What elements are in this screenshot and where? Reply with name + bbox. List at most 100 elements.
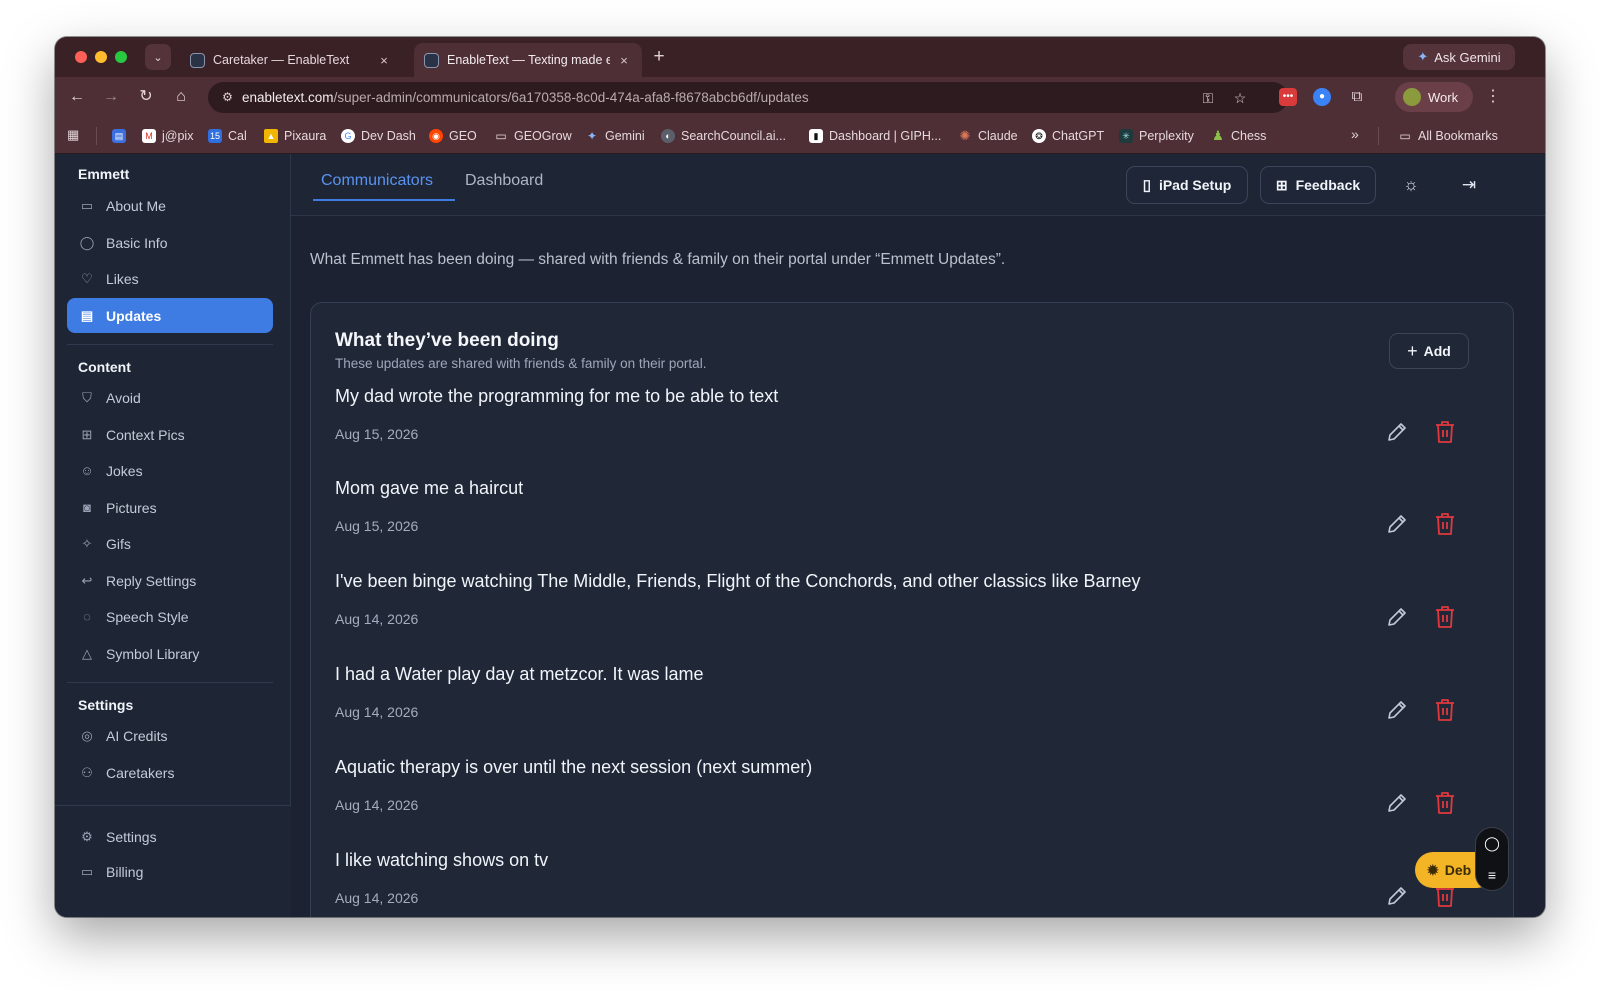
bookmark-all-bookmarks[interactable]: ▭ All Bookmarks [1398, 127, 1498, 145]
sidebar-item-avoid[interactable]: ⛉ Avoid [67, 380, 273, 415]
trash-icon[interactable] [1434, 791, 1456, 815]
browser-menu-icon[interactable]: ⋮ [1485, 85, 1501, 109]
tab-communicators[interactable]: Communicators [321, 172, 433, 200]
bookmark-claude[interactable]: ✺ Claude [958, 127, 1018, 145]
reddit-icon: ◉ [429, 129, 443, 143]
bookmark-searchcouncil[interactable]: ◐ SearchCouncil.ai... [661, 127, 786, 145]
chat-bubble-icon[interactable]: ◯ [1484, 835, 1500, 852]
browser-tab-caretaker[interactable]: Caretaker — EnableText × [180, 43, 402, 77]
bookmark-chess[interactable]: ♟ Chess [1211, 127, 1266, 145]
trash-icon[interactable] [1434, 512, 1456, 536]
forward-arrow-icon[interactable]: → [99, 85, 123, 109]
close-window-button[interactable] [75, 51, 87, 63]
sidebar-item-ai-credits[interactable]: ◎ AI Credits [67, 718, 273, 753]
bookmark-pixaura[interactable]: ▲ Pixaura [264, 127, 326, 145]
ipad-setup-button[interactable]: ▯ iPad Setup [1126, 166, 1248, 204]
new-tab-button[interactable]: + [648, 46, 670, 68]
menu-lines-icon[interactable]: ≡ [1488, 867, 1496, 883]
extensions-puzzle-icon[interactable]: ⧉ [1348, 88, 1366, 106]
bookmark-geo[interactable]: ◉ GEO [429, 127, 477, 145]
gear-icon: ⚙ [81, 828, 93, 844]
bookmarks-divider [1378, 127, 1379, 145]
trash-icon[interactable] [1434, 420, 1456, 444]
update-date: Aug 14, 2026 [335, 797, 419, 813]
sidebar-item-context-pics[interactable]: ⊞ Context Pics [67, 417, 273, 452]
feedback-button[interactable]: ⊞ Feedback [1260, 166, 1376, 204]
more-bookmarks-icon[interactable]: » [1351, 126, 1359, 142]
sidebar-item-jokes[interactable]: ☺ Jokes [67, 453, 273, 488]
apps-grid-icon[interactable]: ▦ [67, 127, 83, 143]
add-update-button[interactable]: + Add [1389, 333, 1469, 369]
zoom-window-button[interactable] [115, 51, 127, 63]
home-icon[interactable]: ⌂ [169, 85, 193, 109]
ask-gemini-label: Ask Gemini [1434, 49, 1501, 65]
bookmark-perplexity[interactable]: ✳ Perplexity [1119, 127, 1194, 145]
top-bar: Communicators Dashboard ▯ iPad Setup ⊞ F… [291, 154, 1545, 216]
list-item: My dad wrote the programming for me to b… [311, 386, 1515, 478]
bookmark-star-icon[interactable]: ☆ [1230, 88, 1250, 108]
folder-icon: ▭ [1399, 129, 1411, 143]
bookmark-giphy[interactable]: ▮ Dashboard | GIPH... [809, 127, 941, 145]
profile-button[interactable]: Work [1395, 82, 1473, 112]
reload-icon[interactable]: ↻ [134, 85, 158, 109]
sidebar-item-symbol-library[interactable]: △ Symbol Library [67, 636, 273, 671]
reply-icon: ↩ [81, 572, 93, 588]
chatgpt-icon: ❂ [1032, 129, 1046, 143]
password-key-icon[interactable]: ⚿ [1198, 88, 1218, 108]
pencil-icon[interactable] [1385, 884, 1409, 908]
logout-icon[interactable]: ⇥ [1457, 173, 1481, 197]
bookmark-jpix[interactable]: Mj@pix [142, 127, 193, 145]
smile-icon: ☺ [80, 462, 94, 478]
trash-icon[interactable] [1434, 698, 1456, 722]
address-bar[interactable]: ⚙ enabletext.com/super-admin/communicato… [208, 82, 1288, 113]
browser-tab-enabletext[interactable]: EnableText — Texting made e × [414, 43, 642, 77]
bookmark-dev-dash[interactable]: G Dev Dash [341, 127, 416, 145]
extension-lastpass-icon[interactable]: ••• [1279, 88, 1297, 106]
card-title: What they’ve been doing [335, 330, 559, 351]
tab-close-icon[interactable]: × [616, 53, 632, 68]
chat-widget[interactable]: ◯ ≡ [1475, 827, 1509, 891]
pencil-icon[interactable] [1385, 791, 1409, 815]
sidebar-item-caretakers[interactable]: ⚇ Caretakers [67, 755, 273, 790]
bookmark-chatgpt[interactable]: ❂ ChatGPT [1032, 127, 1104, 145]
tab-close-icon[interactable]: × [376, 53, 392, 68]
pencil-icon[interactable] [1385, 698, 1409, 722]
sidebar-item-gifs[interactable]: ✧ Gifs [67, 526, 273, 561]
perplexity-icon: ✳ [1119, 129, 1133, 143]
message-circle-icon: ◌ [83, 608, 91, 624]
gmail-icon: M [142, 129, 156, 143]
bookmark-gemini[interactable]: ✦ Gemini [585, 127, 645, 145]
tab-dashboard[interactable]: Dashboard [465, 172, 543, 200]
extension-blue-icon[interactable]: ● [1313, 88, 1331, 106]
sidebar-item-basic-info[interactable]: ◯ Basic Info [67, 225, 273, 260]
update-text: Mom gave me a haircut [335, 478, 524, 498]
sidebar-item-settings[interactable]: ⚙ Settings [67, 819, 273, 854]
url-text[interactable]: enabletext.com/super-admin/communicators… [242, 90, 809, 105]
sidebar-item-likes[interactable]: ♡ Likes [67, 261, 273, 296]
pencil-icon[interactable] [1385, 512, 1409, 536]
page-intro-text: What Emmett has been doing — shared with… [310, 251, 1006, 268]
bookmarks-divider [96, 127, 97, 145]
sidebar-item-billing[interactable]: ▭ Billing [67, 854, 273, 889]
site-settings-icon[interactable]: ⚙ [217, 87, 238, 108]
sidebar-item-speech-style[interactable]: ◌ Speech Style [67, 599, 273, 634]
sidebar-item-pictures[interactable]: ◙ Pictures [67, 490, 273, 525]
bookmark-cal[interactable]: 15 Cal [208, 127, 247, 145]
sidebar-item-updates[interactable]: ▤ Updates [67, 298, 273, 333]
credit-card-icon: ▭ [80, 863, 94, 879]
minimize-window-button[interactable] [95, 51, 107, 63]
trash-icon[interactable] [1434, 605, 1456, 629]
bookmark-docs[interactable]: ▤ [112, 127, 126, 145]
sidebar-item-about-me[interactable]: ▭ About Me [67, 188, 273, 223]
ask-gemini-button[interactable]: ✦ Ask Gemini [1403, 44, 1515, 70]
pencil-icon[interactable] [1385, 605, 1409, 629]
tab-search-chevron-icon[interactable]: ⌄ [145, 44, 171, 70]
sidebar-item-reply-settings[interactable]: ↩ Reply Settings [67, 563, 273, 598]
list-item: Aquatic therapy is over until the next s… [311, 757, 1515, 849]
drive-icon: ▲ [264, 129, 278, 143]
pencil-icon[interactable] [1385, 420, 1409, 444]
calendar-icon: 15 [208, 129, 222, 143]
bookmark-geogrow[interactable]: ▭ GEOGrow [494, 127, 571, 145]
theme-toggle-sun-icon[interactable]: ☼ [1399, 173, 1423, 197]
back-arrow-icon[interactable]: ← [65, 85, 89, 109]
